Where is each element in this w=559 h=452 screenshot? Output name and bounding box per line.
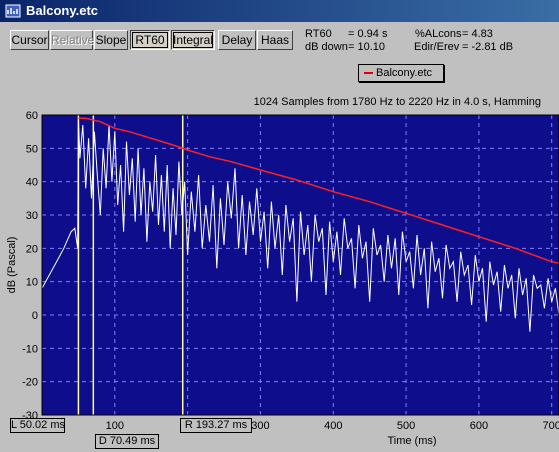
y-tick-label: 10 <box>26 277 38 289</box>
integral-button[interactable]: Integral <box>171 30 215 50</box>
title-bar: Balcony.etc <box>0 0 559 22</box>
rt60-value: = 0.94 s <box>348 28 388 40</box>
legend-label: Balcony.etc <box>376 67 433 79</box>
slope-button[interactable]: Slope <box>94 30 128 50</box>
x-tick-label: 400 <box>324 420 342 432</box>
x-tick-label: 600 <box>470 420 488 432</box>
db-down-label: dB down <box>305 41 348 53</box>
y-axis-label: dB (Pascal) <box>6 237 18 294</box>
plot-border <box>41 114 559 416</box>
cursor-button[interactable]: Cursor <box>10 30 49 50</box>
plot-area <box>42 115 559 415</box>
y-tick-label: -10 <box>22 343 38 355</box>
relative-button[interactable]: Relative <box>50 30 94 50</box>
x-tick-label: 700 <box>543 420 559 432</box>
left-marker-readout[interactable]: L 50.02 ms <box>10 418 65 433</box>
delay-button[interactable]: Delay <box>218 30 256 50</box>
delay-marker-readout[interactable]: D 70.49 ms <box>95 434 159 449</box>
toolbar: Cursor Relative Slope RT60 Integral Dela… <box>0 22 559 92</box>
haas-button[interactable]: Haas <box>257 30 293 50</box>
legend-swatch <box>364 72 373 74</box>
rt60-button[interactable]: RT60 <box>130 30 170 50</box>
edir-erev-label: Edir/Erev <box>414 41 460 53</box>
right-marker-readout[interactable]: R 193.27 ms <box>180 418 252 433</box>
alcons-label: %ALcons <box>415 28 462 40</box>
integral-curve <box>78 117 559 265</box>
x-tick-label: 100 <box>106 420 124 432</box>
y-tick-label: 0 <box>32 310 38 322</box>
y-tick-label: 20 <box>26 243 38 255</box>
legend-entry[interactable]: Balcony.etc <box>358 64 444 82</box>
app-icon <box>5 4 21 18</box>
y-tick-label: 30 <box>26 210 38 222</box>
rt60-label: RT60 <box>305 28 332 40</box>
etc-trace <box>41 118 559 332</box>
window-title: Balcony.etc <box>26 3 99 18</box>
x-axis-label: Time (ms) <box>387 435 436 447</box>
edir-erev-value: = -2.81 dB <box>462 41 514 53</box>
chart-info: 1024 Samples from 1780 Hz to 2220 Hz in … <box>253 96 541 108</box>
y-tick-label: 40 <box>26 177 38 189</box>
x-tick-label: 500 <box>397 420 415 432</box>
y-tick-label: -20 <box>22 377 38 389</box>
y-tick-label: 60 <box>26 110 38 122</box>
x-tick-label: 300 <box>251 420 269 432</box>
db-down-value: = 10.10 <box>348 41 386 53</box>
y-tick-label: 50 <box>26 143 38 155</box>
alcons-value: = 4.83 <box>462 28 493 40</box>
